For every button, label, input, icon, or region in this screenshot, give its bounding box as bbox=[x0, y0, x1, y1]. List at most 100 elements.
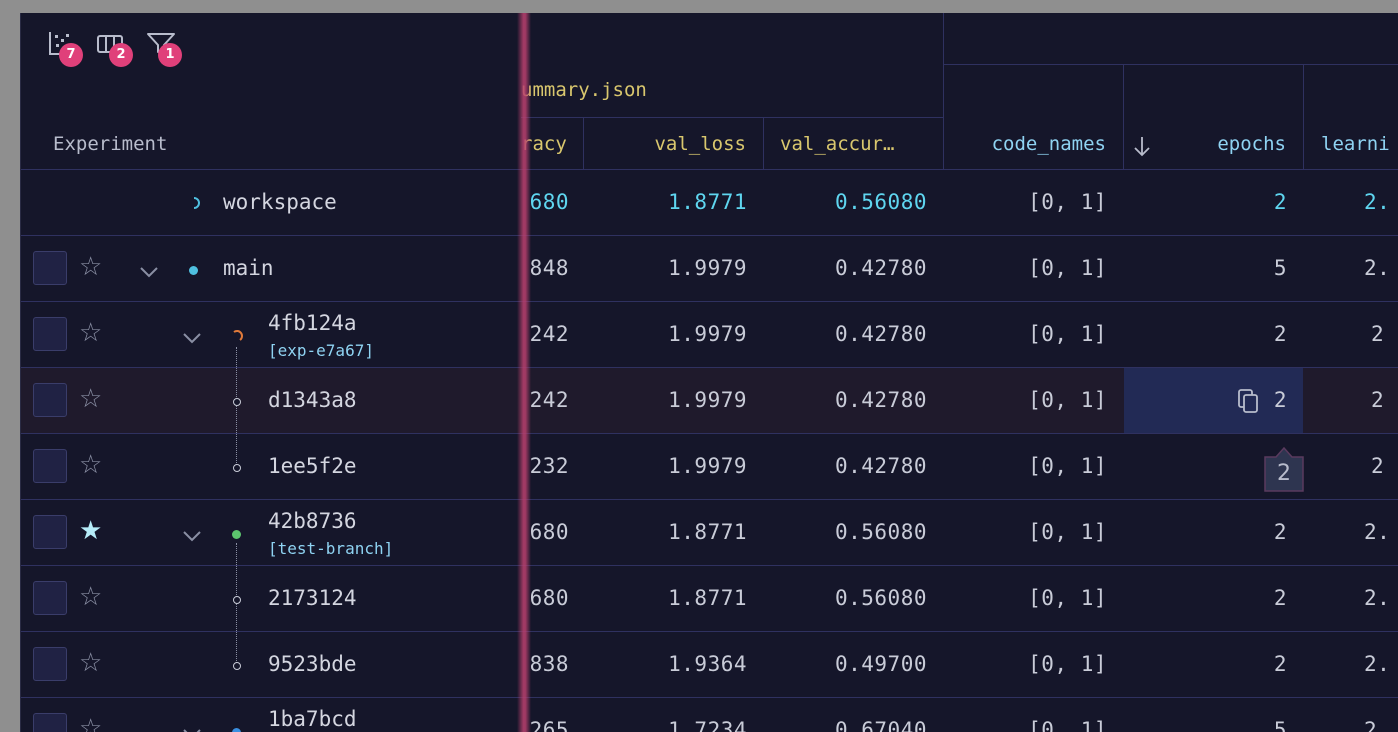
cell-val-loss: 1.8771 bbox=[668, 190, 747, 214]
cell-val-loss: 1.8771 bbox=[668, 520, 747, 544]
star-icon[interactable]: ☆ bbox=[79, 584, 102, 610]
experiment-label: [exp-e7a67] bbox=[268, 341, 374, 360]
tooltip-value: 2 bbox=[1277, 461, 1291, 486]
commit-node bbox=[233, 662, 241, 670]
cell-val-accuracy: 0.42780 bbox=[834, 388, 927, 412]
experiment-name: main bbox=[223, 256, 274, 280]
cell-val-loss: 1.9979 bbox=[668, 388, 747, 412]
cell-learning-rate: 2. bbox=[1364, 586, 1391, 610]
loading-spinner-icon bbox=[187, 195, 201, 209]
status-dot bbox=[232, 530, 241, 539]
cell-val-loss: 1.8771 bbox=[668, 586, 747, 610]
cell-learning-rate: 2. bbox=[1364, 718, 1391, 732]
cell-val-accuracy: 0.56080 bbox=[834, 190, 927, 214]
commit-node bbox=[233, 398, 241, 406]
star-icon[interactable]: ☆ bbox=[79, 452, 102, 478]
cell-val-loss: 1.9979 bbox=[668, 454, 747, 478]
cell-epochs: 2 bbox=[1273, 322, 1287, 346]
cell-learning-rate: 2. bbox=[1364, 256, 1391, 280]
row-checkbox[interactable] bbox=[33, 383, 67, 417]
cell-epochs: 2 bbox=[1273, 520, 1287, 544]
row-checkbox[interactable] bbox=[33, 515, 67, 549]
experiment-name: 1ee5f2e bbox=[268, 454, 357, 478]
cell-accuracy: 838 bbox=[529, 652, 569, 676]
star-icon[interactable]: ★ bbox=[79, 518, 102, 544]
cell-epochs: 2 bbox=[1273, 190, 1287, 214]
cell-epochs: 2 bbox=[1273, 586, 1287, 610]
cell-accuracy: 242 bbox=[529, 322, 569, 346]
column-header-epochs[interactable]: epochs bbox=[1124, 133, 1286, 155]
star-icon[interactable]: ☆ bbox=[79, 386, 102, 412]
commit-node bbox=[233, 596, 241, 604]
row-checkbox[interactable] bbox=[33, 449, 67, 483]
column-header-val-loss[interactable]: val_loss bbox=[584, 133, 746, 155]
cell-val-accuracy: 0.42780 bbox=[834, 322, 927, 346]
chevron-down-icon[interactable] bbox=[182, 529, 202, 543]
cell-epochs[interactable]: 2 bbox=[1124, 388, 1287, 412]
cell-val-loss: 1.9364 bbox=[668, 652, 747, 676]
star-icon[interactable]: ☆ bbox=[79, 254, 102, 280]
running-spinner-icon bbox=[231, 328, 245, 342]
cell-code-names: [0, 1] bbox=[1028, 586, 1107, 610]
cell-learning-rate: 2. bbox=[1364, 652, 1391, 676]
cell-val-accuracy: 0.49700 bbox=[834, 652, 927, 676]
row-checkbox[interactable] bbox=[33, 581, 67, 615]
star-icon[interactable]: ☆ bbox=[79, 716, 102, 732]
cell-code-names: [0, 1] bbox=[1028, 388, 1107, 412]
row-checkbox[interactable] bbox=[33, 647, 67, 681]
cell-accuracy: 232 bbox=[529, 454, 569, 478]
cell-code-names: [0, 1] bbox=[1028, 718, 1107, 732]
commit-node bbox=[233, 464, 241, 472]
cell-epochs: 5 bbox=[1273, 718, 1287, 732]
cell-learning-rate: 2. bbox=[1364, 520, 1391, 544]
cell-epochs: 2 bbox=[1273, 652, 1287, 676]
tree-connector bbox=[236, 347, 237, 467]
star-icon[interactable]: ☆ bbox=[79, 650, 102, 676]
status-dot bbox=[189, 266, 198, 275]
column-header-learning-rate[interactable]: learni bbox=[1321, 133, 1390, 155]
cell-accuracy: 848 bbox=[529, 256, 569, 280]
row-checkbox[interactable] bbox=[33, 317, 67, 351]
cell-accuracy: 242 bbox=[529, 388, 569, 412]
experiment-label: [test-branch] bbox=[268, 539, 394, 558]
experiment-name: 4fb124a bbox=[268, 311, 357, 335]
metrics-group-header: ummary.json bbox=[521, 79, 647, 101]
row-checkbox[interactable] bbox=[33, 713, 67, 732]
cell-accuracy: 680 bbox=[529, 586, 569, 610]
plots-badge: 7 bbox=[59, 43, 83, 67]
cell-code-names: [0, 1] bbox=[1028, 652, 1107, 676]
star-icon[interactable]: ☆ bbox=[79, 320, 102, 346]
cell-val-accuracy: 0.42780 bbox=[834, 256, 927, 280]
column-header-code-names[interactable]: code_names bbox=[944, 133, 1106, 155]
cell-code-names: [0, 1] bbox=[1028, 520, 1107, 544]
experiment-name: 2173124 bbox=[268, 586, 357, 610]
cell-val-accuracy: 0.56080 bbox=[834, 586, 927, 610]
status-dot bbox=[232, 728, 241, 732]
column-header-val-accuracy[interactable]: val_accur… bbox=[780, 133, 894, 155]
cell-accuracy: 265 bbox=[529, 718, 569, 732]
cell-epochs: 5 bbox=[1273, 256, 1287, 280]
cell-val-accuracy: 0.56080 bbox=[834, 520, 927, 544]
sticky-column-divider[interactable] bbox=[517, 13, 531, 732]
cell-code-names: [0, 1] bbox=[1028, 454, 1107, 478]
cell-code-names: [0, 1] bbox=[1028, 256, 1107, 280]
row-checkbox[interactable] bbox=[33, 251, 67, 285]
cell-code-names: [0, 1] bbox=[1028, 322, 1107, 346]
columns-badge: 2 bbox=[109, 43, 133, 67]
experiment-column-header[interactable]: Experiment bbox=[53, 133, 167, 155]
cell-learning-rate: 2 bbox=[1371, 388, 1385, 412]
cell-val-accuracy: 0.42780 bbox=[834, 454, 927, 478]
cell-accuracy: 680 bbox=[529, 520, 569, 544]
cell-learning-rate: 2 bbox=[1371, 454, 1385, 478]
cell-val-accuracy: 0.67040 bbox=[834, 718, 927, 732]
chevron-down-icon[interactable] bbox=[139, 265, 159, 279]
experiments-table-panel: 7 2 1 ummary.json Experiment racy val_lo… bbox=[20, 13, 1398, 732]
chevron-down-icon[interactable] bbox=[182, 727, 202, 732]
chevron-down-icon[interactable] bbox=[182, 331, 202, 345]
experiment-name: 9523bde bbox=[268, 652, 357, 676]
cell-val-loss: 1.9979 bbox=[668, 322, 747, 346]
cell-code-names: [0, 1] bbox=[1028, 190, 1107, 214]
cell-accuracy: 680 bbox=[529, 190, 569, 214]
cell-learning-rate: 2. bbox=[1364, 190, 1391, 214]
cell-val-loss: 1.9979 bbox=[668, 256, 747, 280]
